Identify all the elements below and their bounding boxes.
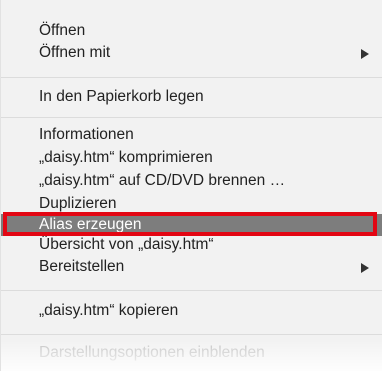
menu-item-copy[interactable]: „daisy.htm“ kopieren [1, 300, 382, 322]
menu-item-label: „daisy.htm“ komprimieren [39, 149, 213, 166]
menu-item-show-view-options[interactable]: Darstellungsoptionen einblenden [1, 342, 382, 364]
menu-item-make-alias[interactable]: Alias erzeugen [1, 214, 382, 236]
menu-item-label: „daisy.htm“ kopieren [39, 302, 179, 319]
menu-item-label: Duplizieren [39, 195, 117, 212]
submenu-arrow-icon [361, 49, 369, 59]
submenu-arrow-icon [361, 263, 369, 273]
menu-item-quick-look[interactable]: Übersicht von „daisy.htm“ [1, 234, 382, 256]
menu-item-label: Übersicht von „daisy.htm“ [39, 236, 214, 253]
menu-item-move-to-trash[interactable]: In den Papierkorb legen [1, 86, 382, 108]
menu-item-get-info[interactable]: Informationen [1, 124, 382, 146]
menu-separator [1, 334, 382, 335]
menu-item-label: Darstellungsoptionen einblenden [39, 344, 265, 361]
menu-item-label: In den Papierkorb legen [39, 88, 204, 105]
menu-item-label: Informationen [39, 126, 134, 143]
menu-separator [1, 290, 382, 291]
context-menu: Öffnen Öffnen mit In den Papierkorb lege… [0, 0, 382, 371]
menu-item-label: Bereitstellen [39, 258, 125, 275]
menu-item-open[interactable]: Öffnen [1, 20, 382, 42]
menu-item-label: Alias erzeugen [39, 216, 142, 233]
menu-item-share[interactable]: Bereitstellen [1, 256, 382, 278]
menu-item-label: Öffnen [39, 22, 86, 39]
menu-item-label: Öffnen mit [39, 44, 111, 61]
menu-item-compress[interactable]: „daisy.htm“ komprimieren [1, 147, 382, 169]
menu-item-burn-to-disc[interactable]: „daisy.htm“ auf CD/DVD brennen … [1, 170, 382, 192]
menu-separator [1, 77, 382, 78]
menu-item-duplicate[interactable]: Duplizieren [1, 193, 382, 215]
menu-item-label: „daisy.htm“ auf CD/DVD brennen … [39, 172, 286, 189]
menu-separator [1, 117, 382, 118]
menu-item-open-with[interactable]: Öffnen mit [1, 42, 382, 64]
